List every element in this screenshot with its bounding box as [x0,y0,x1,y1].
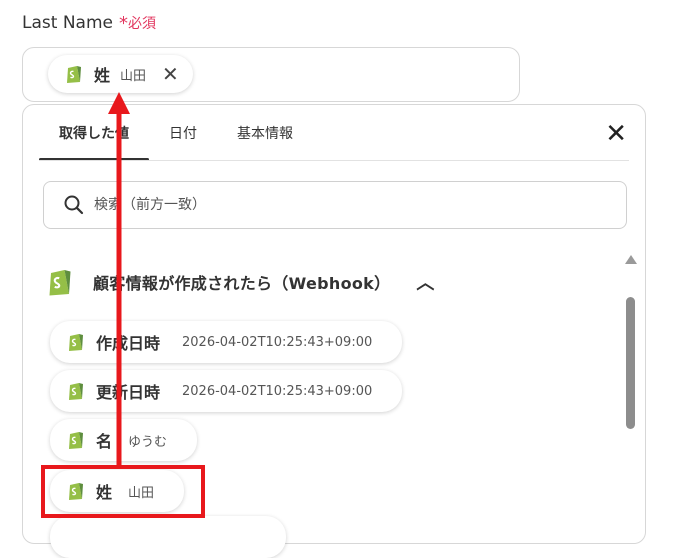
list-item-partial[interactable] [50,516,286,558]
annotation-arrow [108,92,130,466]
